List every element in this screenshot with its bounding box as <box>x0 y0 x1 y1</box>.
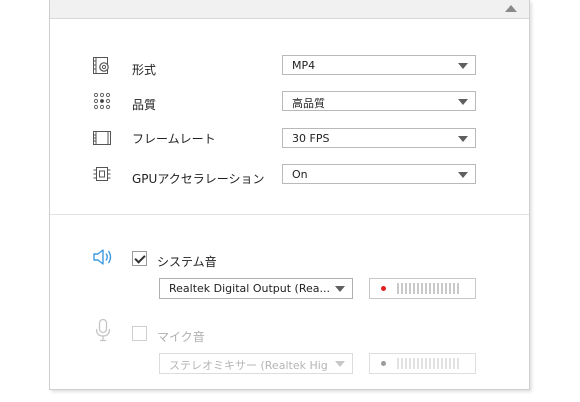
chevron-down-icon <box>458 63 468 69</box>
microphone-icon <box>95 318 111 342</box>
system-audio-checkbox[interactable] <box>132 251 147 266</box>
system-audio-level-meter <box>369 278 476 299</box>
gpu-value: On <box>292 168 308 181</box>
chevron-down-icon <box>458 172 468 178</box>
mic-device-select[interactable]: ステレオミキサー (Realtek Hig... <box>159 353 353 374</box>
format-gear-icon <box>93 57 109 74</box>
quality-select[interactable]: 高品質 <box>282 91 476 111</box>
system-audio-device-select[interactable]: Realtek Digital Output (Rea... <box>159 278 353 299</box>
quality-value: 高品質 <box>292 97 325 110</box>
system-audio-device-value: Realtek Digital Output (Rea... <box>169 282 329 295</box>
settings-panel: 形式 MP4 品質 高品質 フレームレート 30 FPS GPUアクセラレーショ… <box>49 0 530 390</box>
chip-icon <box>93 167 111 181</box>
chevron-down-icon <box>335 286 345 292</box>
format-label: 形式 <box>132 63 157 77</box>
collapse-arrow-icon[interactable] <box>505 5 517 12</box>
level-bars <box>397 283 459 294</box>
speaker-icon <box>93 249 112 265</box>
panel-header <box>50 0 529 19</box>
framerate-select[interactable]: 30 FPS <box>282 128 476 148</box>
level-bars <box>397 358 459 369</box>
framerate-value: 30 FPS <box>292 132 330 145</box>
chevron-down-icon <box>335 361 345 367</box>
mic-device-value: ステレオミキサー (Realtek Hig... <box>169 359 329 372</box>
mic-audio-label: マイク音 <box>157 330 205 344</box>
quality-label: 品質 <box>132 98 157 112</box>
record-dot-icon <box>381 361 386 366</box>
format-select[interactable]: MP4 <box>282 55 476 75</box>
record-dot-icon <box>381 286 386 291</box>
system-audio-label: システム音 <box>157 255 217 269</box>
chevron-down-icon <box>458 99 468 105</box>
quality-dots-icon <box>93 92 111 110</box>
mic-audio-checkbox[interactable] <box>132 326 147 341</box>
section-divider <box>50 214 529 215</box>
chevron-down-icon <box>458 136 468 142</box>
gpu-label: GPUアクセラレーション <box>132 172 265 186</box>
framerate-label: フレームレート <box>132 132 216 146</box>
mic-level-meter <box>369 353 476 374</box>
format-value: MP4 <box>292 59 316 72</box>
film-strip-icon <box>93 131 111 145</box>
gpu-select[interactable]: On <box>282 164 476 184</box>
